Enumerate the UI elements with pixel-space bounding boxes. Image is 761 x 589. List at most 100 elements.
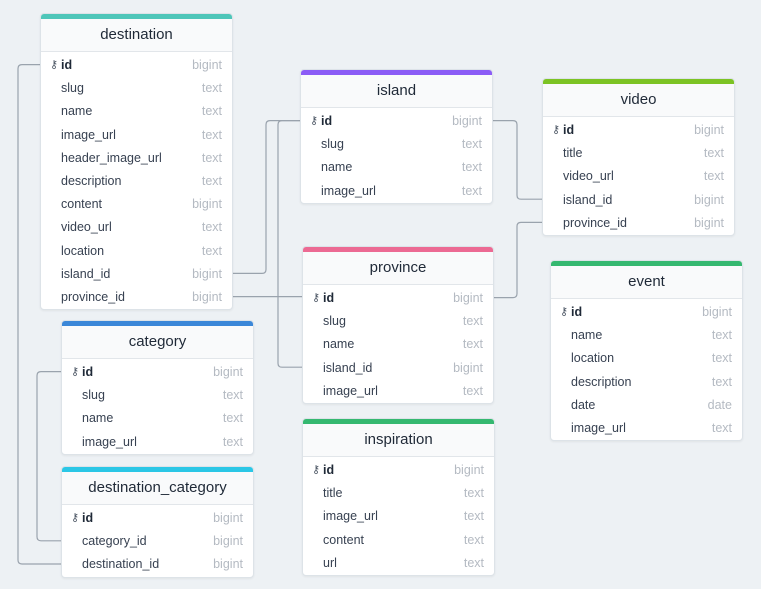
column-name: id (321, 114, 333, 128)
primary-key-row[interactable]: ⚷ id bigint (301, 110, 492, 133)
column-list: ⚷ id bigint name text location text description… (551, 299, 742, 440)
column-type: bigint (192, 289, 222, 304)
column-name: id (323, 291, 335, 305)
column-type: bigint (192, 266, 222, 281)
column-row[interactable]: slug text (62, 384, 253, 407)
table-title[interactable]: video (543, 84, 734, 117)
column-row[interactable]: description text (41, 170, 232, 193)
column-type: bigint (213, 365, 243, 379)
column-row[interactable]: province_id bigint (41, 286, 232, 309)
column-row[interactable]: title text (543, 142, 734, 165)
table-title[interactable]: event (551, 266, 742, 299)
table-title[interactable]: island (301, 75, 492, 108)
column-name: province_id (61, 289, 125, 304)
column-row[interactable]: island_id bigint (41, 263, 232, 286)
table-title[interactable]: province (303, 252, 493, 285)
column-type: text (201, 243, 222, 258)
relationship-line[interactable] (277, 120, 302, 368)
column-row[interactable]: image_url text (303, 380, 493, 403)
table-province[interactable]: province ⚷ id bigint slug text name text island_… (302, 246, 494, 404)
column-name: video_url (61, 220, 112, 235)
column-row[interactable]: content text (303, 529, 494, 552)
column-row[interactable]: image_url text (41, 124, 232, 147)
column-row[interactable]: image_url text (303, 505, 494, 528)
column-row[interactable]: date date (551, 394, 742, 417)
column-name: name (571, 328, 603, 343)
relationship-line[interactable] (231, 120, 300, 274)
table-title[interactable]: inspiration (303, 424, 494, 457)
column-row[interactable]: location text (41, 240, 232, 263)
column-row[interactable]: video_url text (41, 216, 232, 239)
column-list: ⚷ id bigint category_id bigint destination_id… (62, 505, 253, 577)
column-type: text (711, 420, 732, 435)
column-name: slug (323, 314, 346, 329)
column-type: text (201, 150, 222, 165)
column-type: bigint (213, 557, 243, 572)
column-type: text (201, 104, 222, 119)
column-row[interactable]: name text (303, 333, 493, 356)
column-row[interactable]: image_url text (301, 180, 492, 203)
table-island[interactable]: island ⚷ id bigint slug text name text image_url… (300, 69, 493, 204)
column-row[interactable]: header_image_url text (41, 147, 232, 170)
table-inspiration[interactable]: inspiration ⚷ id bigint title text image_url te… (302, 418, 495, 576)
column-type: text (461, 160, 482, 175)
column-row[interactable]: title text (303, 482, 494, 505)
column-row[interactable]: destination_id bigint (62, 553, 253, 576)
table-title[interactable]: destination (41, 19, 232, 52)
column-row[interactable]: name text (41, 100, 232, 123)
column-type: bigint (213, 534, 243, 549)
primary-key-row[interactable]: ⚷ id bigint (303, 287, 493, 310)
column-list: ⚷ id bigint title text image_url text content te… (303, 457, 494, 575)
column-row[interactable]: description text (551, 371, 742, 394)
column-name: content (61, 197, 103, 212)
primary-key-row[interactable]: ⚷ id bigint (62, 361, 253, 384)
column-row[interactable]: slug text (303, 310, 493, 333)
table-event[interactable]: event ⚷ id bigint name text location text descri… (550, 260, 743, 442)
primary-key-row[interactable]: ⚷ id bigint (303, 459, 494, 482)
column-type: text (463, 532, 484, 547)
primary-key-row[interactable]: ⚷ id bigint (551, 301, 742, 324)
primary-key-row[interactable]: ⚷ id bigint (543, 119, 734, 142)
table-title[interactable]: category (62, 326, 253, 359)
column-row[interactable]: image_url text (551, 417, 742, 440)
column-row[interactable]: island_id bigint (303, 357, 493, 380)
column-type: bigint (452, 114, 482, 128)
column-row[interactable]: category_id bigint (62, 530, 253, 553)
relationship-line[interactable] (492, 221, 542, 299)
column-row[interactable]: name text (551, 324, 742, 347)
relationship-line[interactable] (491, 120, 542, 200)
key-icon: ⚷ (559, 306, 569, 318)
table-video[interactable]: video ⚷ id bigint title text video_url text isla… (542, 78, 735, 236)
column-row[interactable]: slug text (301, 133, 492, 156)
relationship-line[interactable] (36, 371, 61, 542)
column-row[interactable]: slug text (41, 77, 232, 100)
column-row[interactable]: name text (62, 407, 253, 430)
primary-key-row[interactable]: ⚷ id bigint (62, 507, 253, 530)
key-icon: ⚷ (551, 124, 561, 136)
column-name: header_image_url (61, 150, 162, 165)
column-type: text (711, 351, 732, 366)
column-row[interactable]: content bigint (41, 193, 232, 216)
primary-key-row[interactable]: ⚷ id bigint (41, 54, 232, 77)
column-row[interactable]: location text (551, 347, 742, 370)
key-icon: ⚷ (49, 59, 59, 71)
column-name: slug (321, 137, 344, 152)
column-row[interactable]: video_url text (543, 165, 734, 188)
column-type: text (463, 555, 484, 570)
column-row[interactable]: province_id bigint (543, 212, 734, 235)
column-row[interactable]: image_url text (62, 431, 253, 454)
table-destination[interactable]: destination ⚷ id bigint slug text name text imag… (40, 13, 233, 311)
table-title[interactable]: destination_category (62, 472, 253, 505)
table-destination-category[interactable]: destination_category ⚷ id bigint category_id… (61, 466, 254, 578)
column-list: ⚷ id bigint title text video_url text island_id… (543, 117, 734, 235)
column-name: category_id (82, 534, 147, 549)
column-row[interactable]: island_id bigint (543, 189, 734, 212)
column-type: text (463, 486, 484, 501)
column-name: title (563, 146, 583, 161)
column-row[interactable]: url text (303, 552, 494, 575)
column-type: text (463, 509, 484, 524)
column-row[interactable]: name text (301, 156, 492, 179)
column-type: text (201, 127, 222, 142)
column-type: bigint (192, 197, 222, 212)
table-category[interactable]: category ⚷ id bigint slug text name text image_u… (61, 320, 254, 455)
